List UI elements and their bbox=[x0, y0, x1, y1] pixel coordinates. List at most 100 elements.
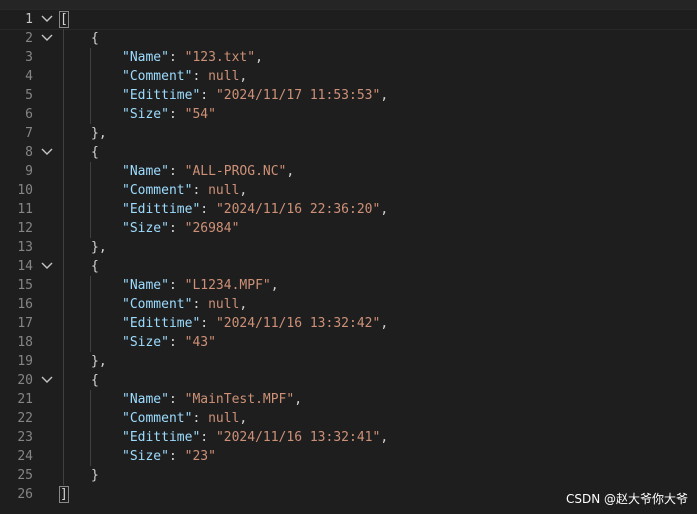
line-number: 12 bbox=[17, 221, 33, 236]
chevron-down-icon[interactable] bbox=[40, 10, 54, 29]
chevron-down-icon[interactable] bbox=[40, 143, 54, 162]
code-text[interactable]: }, bbox=[91, 352, 107, 371]
code-line[interactable]: 1[ bbox=[0, 9, 697, 30]
line-number: 24 bbox=[17, 449, 33, 464]
code-line[interactable]: 21 "Name": "MainTest.MPF", bbox=[0, 390, 697, 409]
json-punctuation: }, bbox=[91, 126, 107, 141]
json-key: "Comment" bbox=[122, 69, 193, 84]
code-line[interactable]: 9 "Name": "ALL-PROG.NC", bbox=[0, 162, 697, 181]
line-number: 18 bbox=[17, 335, 33, 350]
code-line[interactable]: 6 "Size": "54" bbox=[0, 105, 697, 124]
code-text[interactable]: [ bbox=[59, 10, 69, 29]
code-line[interactable]: 13}, bbox=[0, 238, 697, 257]
line-number: 15 bbox=[17, 278, 33, 293]
json-punctuation: , bbox=[294, 392, 303, 407]
code-line[interactable]: 4 "Comment": null, bbox=[0, 67, 697, 86]
indent-guide bbox=[90, 105, 91, 124]
code-line[interactable]: 23 "Edittime": "2024/11/16 13:32:41", bbox=[0, 428, 697, 447]
json-punctuation: , bbox=[255, 50, 263, 65]
code-text[interactable]: "Edittime": "2024/11/17 11:53:53", bbox=[122, 86, 388, 105]
code-line[interactable]: 5 "Edittime": "2024/11/17 11:53:53", bbox=[0, 86, 697, 105]
indent-guide bbox=[63, 67, 64, 86]
indent-guide bbox=[90, 390, 91, 409]
code-line[interactable]: 17 "Edittime": "2024/11/16 13:32:42", bbox=[0, 314, 697, 333]
json-key: "Size" bbox=[122, 221, 169, 236]
code-text[interactable]: "Size": "54" bbox=[122, 105, 216, 124]
indent-guide bbox=[63, 181, 64, 200]
chevron-down-icon[interactable] bbox=[40, 257, 54, 276]
json-string: "26984" bbox=[184, 221, 240, 236]
line-number: 25 bbox=[17, 468, 33, 483]
code-text[interactable]: { bbox=[91, 29, 99, 48]
indent-guide bbox=[90, 48, 91, 67]
json-string: "2024/11/16 13:32:41" bbox=[215, 430, 381, 445]
code-editor[interactable]: 1[2{3 "Name": "123.txt", 4 "Comment": null,… bbox=[0, 0, 697, 514]
code-text[interactable]: "Edittime": "2024/11/16 22:36:20", bbox=[122, 200, 388, 219]
code-text[interactable]: { bbox=[91, 143, 99, 162]
code-text[interactable]: "Comment": null, bbox=[122, 295, 247, 314]
json-punctuation: : bbox=[192, 183, 209, 198]
json-key: "Edittime" bbox=[122, 316, 201, 331]
code-line[interactable]: 7}, bbox=[0, 124, 697, 143]
code-line[interactable]: 16 "Comment": null, bbox=[0, 295, 697, 314]
chevron-down-icon[interactable] bbox=[40, 29, 54, 48]
json-punctuation: , bbox=[380, 316, 389, 331]
code-line[interactable]: 15 "Name": "L1234.MPF", bbox=[0, 276, 697, 295]
code-line[interactable]: 11 "Edittime": "2024/11/16 22:36:20", bbox=[0, 200, 697, 219]
code-text[interactable]: "Size": "26984" bbox=[122, 219, 239, 238]
json-punctuation: : bbox=[192, 69, 209, 84]
indent-guide bbox=[63, 371, 64, 390]
line-number: 23 bbox=[17, 430, 33, 445]
json-punctuation: : bbox=[192, 411, 209, 426]
indent-guide bbox=[63, 143, 64, 162]
code-text[interactable]: { bbox=[91, 371, 99, 390]
indent-guide bbox=[63, 276, 64, 295]
line-number: 4 bbox=[25, 69, 33, 84]
json-punctuation: : bbox=[192, 297, 209, 312]
code-text[interactable]: { bbox=[91, 257, 99, 276]
code-line[interactable]: 2{ bbox=[0, 29, 697, 48]
indent-guide bbox=[90, 200, 91, 219]
code-text[interactable]: "Name": "MainTest.MPF", bbox=[122, 390, 302, 409]
code-line[interactable]: 10 "Comment": null, bbox=[0, 181, 697, 200]
indent-guide bbox=[90, 86, 91, 105]
code-lines[interactable]: 1[2{3 "Name": "123.txt", 4 "Comment": null,… bbox=[0, 9, 697, 504]
code-line[interactable]: 20 { bbox=[0, 371, 697, 390]
json-punctuation: : bbox=[200, 88, 216, 103]
code-text[interactable]: "Size": "23" bbox=[122, 447, 216, 466]
json-punctuation: : bbox=[168, 335, 185, 350]
code-line[interactable]: 24 "Size": "23" bbox=[0, 447, 697, 466]
indent-guide bbox=[63, 29, 64, 48]
code-text[interactable]: "Edittime": "2024/11/16 13:32:41", bbox=[122, 428, 388, 447]
json-punctuation: : bbox=[200, 202, 216, 217]
json-punctuation: ] bbox=[59, 486, 69, 503]
code-text[interactable]: "Comment": null, bbox=[122, 181, 247, 200]
code-text[interactable]: }, bbox=[91, 238, 107, 257]
json-key: "Comment" bbox=[122, 297, 193, 312]
code-line[interactable]: 12 "Size": "26984" bbox=[0, 219, 697, 238]
line-number: 9 bbox=[25, 164, 33, 179]
code-line[interactable]: 3 "Name": "123.txt", bbox=[0, 48, 697, 67]
code-line[interactable]: 18 "Size": "43" bbox=[0, 333, 697, 352]
indent-guide bbox=[90, 276, 91, 295]
code-text[interactable]: "Edittime": "2024/11/16 13:32:42", bbox=[122, 314, 388, 333]
code-text[interactable]: } bbox=[91, 466, 99, 485]
code-line[interactable]: 14 { bbox=[0, 257, 697, 276]
code-text[interactable]: "Name": "L1234.MPF", bbox=[122, 276, 279, 295]
code-text[interactable]: "Name": "ALL-PROG.NC", bbox=[122, 162, 294, 181]
json-punctuation: [ bbox=[59, 11, 69, 28]
code-text[interactable]: "Name": "123.txt", bbox=[122, 48, 263, 67]
line-number: 8 bbox=[25, 145, 33, 160]
code-line[interactable]: 8{ bbox=[0, 143, 697, 162]
code-text[interactable]: }, bbox=[91, 124, 107, 143]
code-text[interactable]: "Comment": null, bbox=[122, 409, 247, 428]
code-text[interactable]: "Comment": null, bbox=[122, 67, 247, 86]
code-line[interactable]: 22 "Comment": null, bbox=[0, 409, 697, 428]
code-line[interactable]: 19}, bbox=[0, 352, 697, 371]
code-line[interactable]: 25} bbox=[0, 466, 697, 485]
chevron-down-icon[interactable] bbox=[40, 371, 54, 390]
code-text[interactable]: "Size": "43" bbox=[122, 333, 216, 352]
indent-guide bbox=[90, 219, 91, 238]
code-text[interactable]: ] bbox=[59, 485, 69, 504]
json-punctuation: : bbox=[200, 316, 216, 331]
